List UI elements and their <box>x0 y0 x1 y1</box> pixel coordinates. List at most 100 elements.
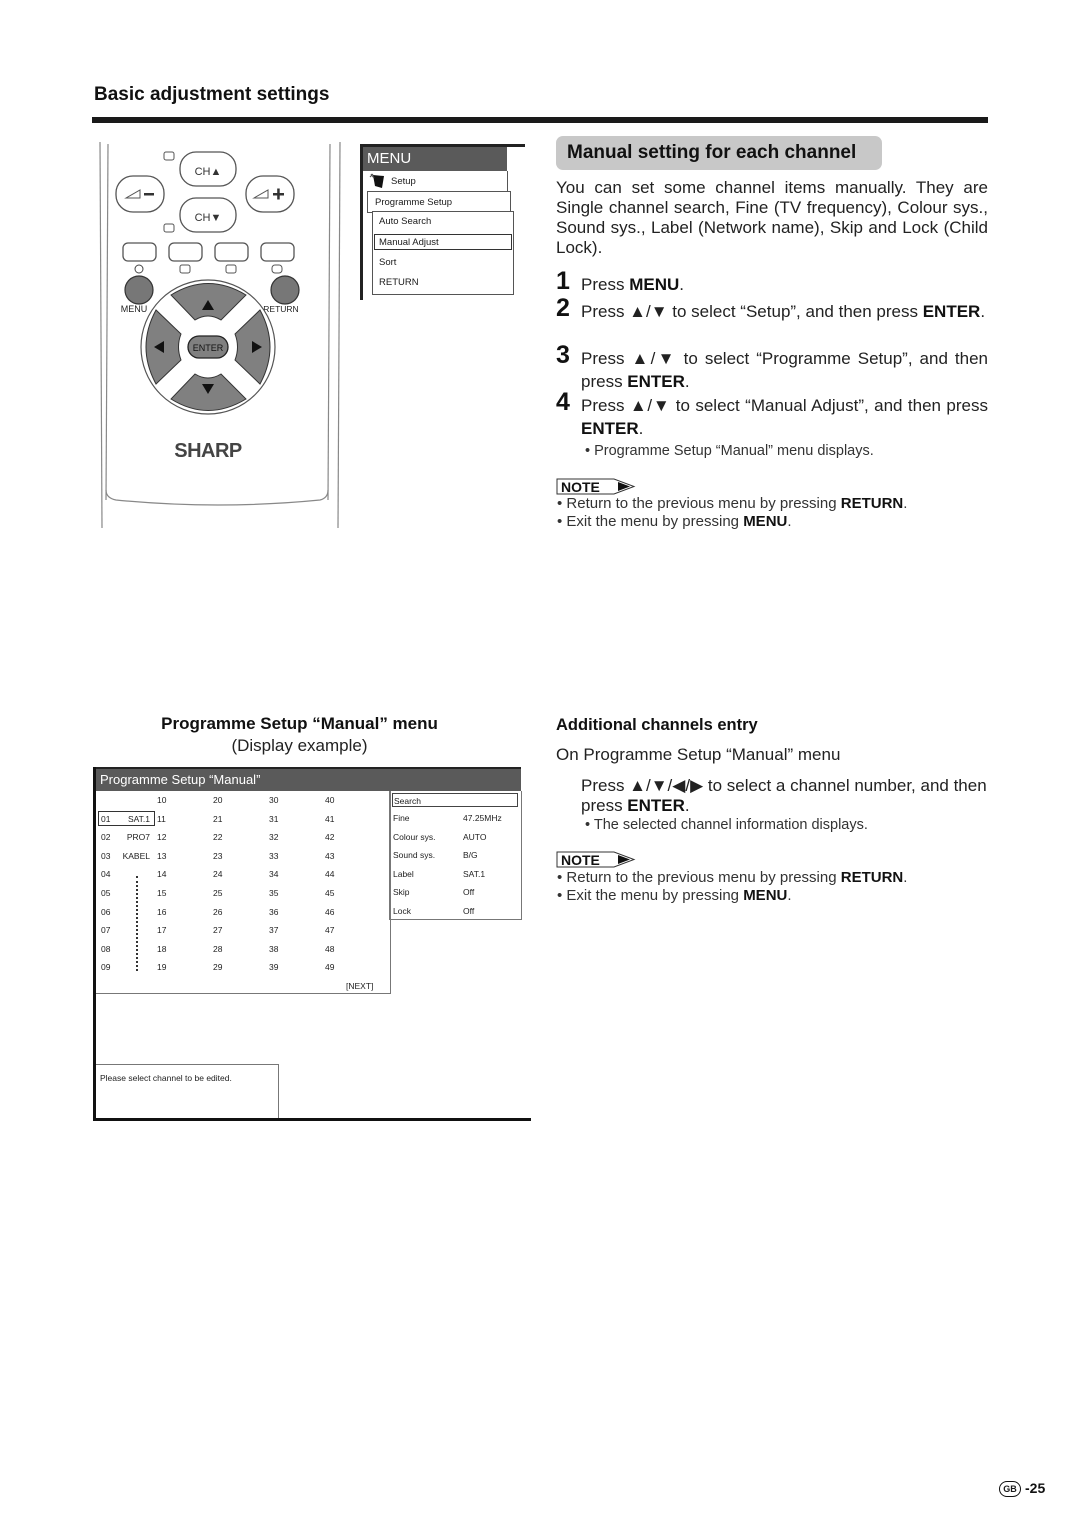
channel-number[interactable]: 04 <box>101 869 110 879</box>
channel-number[interactable]: 19 <box>157 962 166 972</box>
channel-number[interactable]: 41 <box>325 814 334 824</box>
channel-number[interactable]: 44 <box>325 869 334 879</box>
channel-number[interactable]: 15 <box>157 888 166 898</box>
programme-manual-title: Programme Setup “Manual” menu <box>161 714 438 733</box>
channel-number[interactable]: 18 <box>157 944 166 954</box>
info-key[interactable]: Fine <box>393 813 410 823</box>
ch-down-button[interactable]: CH▼ <box>179 197 237 233</box>
osd-programme-setup-item[interactable]: Programme Setup <box>367 191 511 213</box>
note-key: RETURN <box>840 495 904 512</box>
note-label: NOTE <box>561 479 600 495</box>
channel-number[interactable]: 20 <box>213 795 222 805</box>
channel-number[interactable]: 35 <box>269 888 278 898</box>
channel-number[interactable]: 38 <box>269 944 278 954</box>
info-key[interactable]: Lock <box>393 906 411 916</box>
channel-number[interactable]: 43 <box>325 851 334 861</box>
channel-number[interactable]: 09 <box>101 962 110 972</box>
intro-paragraph: You can set some channel items manually.… <box>556 178 988 257</box>
channel-number[interactable]: 13 <box>157 851 166 861</box>
channel-number[interactable]: 08 <box>101 944 110 954</box>
channel-number[interactable]: 07 <box>101 925 110 935</box>
channel-number[interactable]: 30 <box>269 795 278 805</box>
step-text: Press ▲/▼ to select “Setup”, and then pr… <box>581 302 923 321</box>
channel-number[interactable]: 42 <box>325 832 334 842</box>
additional-step: Press ▲/▼/◀/▶ to select a channel number… <box>581 776 988 816</box>
step-number: 4 <box>556 388 570 416</box>
channel-number[interactable]: 48 <box>325 944 334 954</box>
note-punct: . <box>787 887 792 904</box>
channel-number[interactable]: 23 <box>213 851 222 861</box>
channel-number[interactable]: 46 <box>325 907 334 917</box>
info-value: Off <box>463 887 475 898</box>
channel-number[interactable]: 03 <box>101 851 110 861</box>
channel-number[interactable]: 37 <box>269 925 278 935</box>
channel-number[interactable]: 25 <box>213 888 222 898</box>
step-3: 3 Press ▲/▼ to select “Programme Setup”,… <box>556 341 988 393</box>
osd-item-auto-search[interactable]: Auto Search <box>379 214 431 230</box>
channel-number[interactable]: 40 <box>325 795 334 805</box>
status-message: Please select channel to be edited. <box>96 1064 279 1118</box>
channel-label: SAT.1 <box>127 813 150 824</box>
channel-number[interactable]: 36 <box>269 907 278 917</box>
osd-item-sort[interactable]: Sort <box>379 255 396 271</box>
channel-number[interactable]: 16 <box>157 907 166 917</box>
additional-bullet: • The selected channel information displ… <box>585 817 868 833</box>
channel-number[interactable]: 21 <box>213 814 222 824</box>
channel-number[interactable]: 49 <box>325 962 334 972</box>
channel-grid: 01 SAT.1 02 PRO7 03 KABEL 04 05 06 07 08 09 10 11 12 13… <box>96 791 391 994</box>
channel-number[interactable]: 47 <box>325 925 334 935</box>
channel-number[interactable]: 29 <box>213 962 222 972</box>
channel-number[interactable]: 32 <box>269 832 278 842</box>
channel-number[interactable]: 11 <box>157 814 166 824</box>
channel-number[interactable]: 27 <box>213 925 222 935</box>
channel-number[interactable]: 22 <box>213 832 222 842</box>
next-page-button[interactable]: [NEXT] <box>346 981 373 991</box>
return-button[interactable]: RETURN <box>263 275 300 314</box>
channel-number[interactable]: 34 <box>269 869 278 879</box>
info-search-item[interactable]: Search <box>392 793 518 807</box>
step-punct: . <box>980 302 986 321</box>
screen-title: Programme Setup “Manual” <box>93 767 521 791</box>
channel-number[interactable]: 28 <box>213 944 222 954</box>
channel-number[interactable]: 12 <box>157 832 166 842</box>
osd-setup-item[interactable]: Setup <box>363 171 508 192</box>
remote-control-illustration: CH▲ CH▼ MENU RETURN ENTER SHARP <box>99 141 341 529</box>
info-key[interactable]: Colour sys. <box>393 832 436 842</box>
volume-down-button[interactable] <box>115 175 165 213</box>
info-key[interactable]: Label <box>393 869 414 879</box>
channel-number[interactable]: 26 <box>213 907 222 917</box>
step-text: Press ▲/▼ to select “Manual Adjust”, and… <box>581 396 988 415</box>
info-key[interactable]: Skip <box>393 887 410 897</box>
channel-number[interactable]: 01 <box>101 814 110 824</box>
channel-number[interactable]: 10 <box>157 795 166 805</box>
color-buttons[interactable] <box>122 242 295 262</box>
note-text: • Return to the previous menu by pressin… <box>557 869 841 886</box>
channel-number[interactable]: 06 <box>101 907 110 917</box>
info-value: SAT.1 <box>463 868 486 879</box>
teletext-icon-bottom <box>163 223 175 233</box>
volume-up-button[interactable] <box>245 175 295 213</box>
enter-button[interactable]: ENTER <box>187 335 229 359</box>
osd-item-manual-adjust[interactable]: Manual Adjust <box>374 234 512 250</box>
channel-number[interactable]: 24 <box>213 869 222 879</box>
menu-button[interactable]: MENU <box>121 275 154 314</box>
note-key: MENU <box>743 513 788 530</box>
step-punct: . <box>679 275 684 294</box>
osd-item-return[interactable]: RETURN <box>379 275 419 291</box>
step-number: 3 <box>556 341 570 369</box>
programme-manual-subtitle: (Display example) <box>231 736 368 755</box>
channel-number[interactable]: 02 <box>101 832 110 842</box>
step-number: 1 <box>556 267 570 295</box>
ch-up-button[interactable]: CH▲ <box>179 151 237 187</box>
channel-number[interactable]: 05 <box>101 888 110 898</box>
ch-down-label: CH▼ <box>195 212 222 224</box>
channel-number[interactable]: 17 <box>157 925 166 935</box>
channel-number[interactable]: 14 <box>157 869 166 879</box>
region-badge: GB <box>999 1481 1021 1497</box>
channel-number[interactable]: 45 <box>325 888 334 898</box>
channel-number[interactable]: 39 <box>269 962 278 972</box>
channel-number[interactable]: 33 <box>269 851 278 861</box>
info-key[interactable]: Sound sys. <box>393 850 435 860</box>
channel-number[interactable]: 31 <box>269 814 278 824</box>
step-key: MENU <box>629 275 680 294</box>
